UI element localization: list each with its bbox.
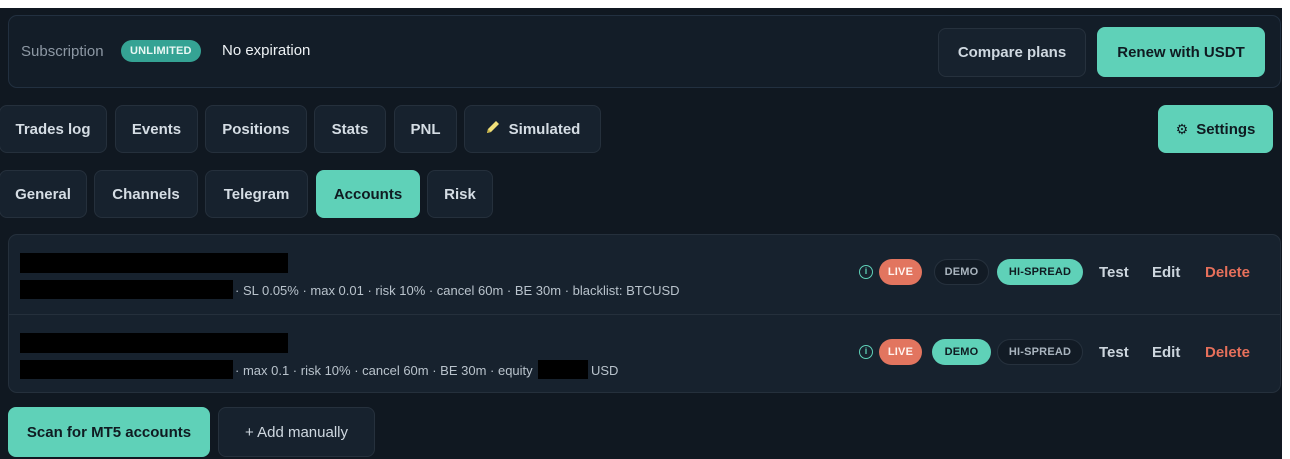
settings-button[interactable]: ⚙ Settings	[1158, 105, 1273, 153]
delete-button[interactable]: Delete	[1205, 264, 1250, 281]
redacted-account-name	[20, 253, 288, 273]
pencil-icon	[485, 119, 501, 139]
tab-label: Telegram	[223, 185, 290, 203]
tab-risk[interactable]: Risk	[427, 170, 493, 218]
tab-label: Channels	[112, 185, 180, 203]
tab-label: PNL	[410, 120, 441, 138]
tab-accounts[interactable]: Accounts	[316, 170, 420, 218]
test-button[interactable]: Test	[1099, 344, 1129, 361]
account-settings-summary: · SL 0.05% · max 0.01 · risk 10% · cance…	[235, 283, 680, 298]
redacted-account-id	[20, 280, 233, 299]
add-manually-button[interactable]: + Add manually	[218, 407, 375, 457]
redacted-account-id	[20, 360, 233, 379]
subscription-bar: Subscription UNLIMITED No expiration Com…	[8, 15, 1281, 88]
subscription-expiration: No expiration	[222, 42, 311, 59]
live-badge[interactable]: LIVE	[879, 259, 922, 285]
tab-positions[interactable]: Positions	[205, 105, 307, 153]
redacted-equity	[538, 360, 588, 379]
info-icon[interactable]: i	[859, 265, 873, 279]
tab-trades-log[interactable]: Trades log	[0, 105, 107, 153]
account-settings-summary: · max 0.1 · risk 10% · cancel 60m · BE 3…	[235, 363, 533, 378]
test-button[interactable]: Test	[1099, 264, 1129, 281]
live-badge[interactable]: LIVE	[879, 339, 922, 365]
tab-label: Stats	[331, 120, 369, 138]
tab-stats[interactable]: Stats	[314, 105, 386, 153]
accounts-list: · SL 0.05% · max 0.01 · risk 10% · cance…	[8, 234, 1281, 393]
main-tabs: Trades log Events Positions Stats PNL Si…	[0, 105, 1282, 153]
tab-label: Risk	[444, 185, 476, 203]
equity-currency: USD	[591, 363, 619, 378]
edit-button[interactable]: Edit	[1152, 264, 1180, 281]
demo-toggle[interactable]: DEMO	[934, 259, 989, 285]
app-window: Subscription UNLIMITED No expiration Com…	[0, 8, 1282, 459]
tab-label: Accounts	[333, 185, 403, 203]
demo-toggle[interactable]: DEMO	[932, 339, 991, 365]
account-row: · SL 0.05% · max 0.01 · risk 10% · cance…	[9, 235, 1280, 314]
account-row: · max 0.1 · risk 10% · cancel 60m · BE 3…	[9, 314, 1280, 393]
tab-events[interactable]: Events	[115, 105, 198, 153]
tab-simulated[interactable]: Simulated	[464, 105, 601, 153]
tab-label: Simulated	[508, 120, 581, 138]
tab-label: Events	[131, 120, 182, 138]
info-icon[interactable]: i	[859, 345, 873, 359]
delete-button[interactable]: Delete	[1205, 344, 1250, 361]
redacted-account-name	[20, 333, 288, 353]
scan-mt5-button[interactable]: Scan for MT5 accounts	[8, 407, 210, 457]
tab-label: Trades log	[15, 120, 91, 138]
hi-spread-toggle[interactable]: HI-SPREAD	[997, 339, 1083, 365]
tab-general[interactable]: General	[0, 170, 87, 218]
subscription-label: Subscription	[21, 43, 104, 60]
hi-spread-toggle[interactable]: HI-SPREAD	[997, 259, 1083, 285]
gear-icon: ⚙	[1175, 120, 1189, 137]
compare-plans-button[interactable]: Compare plans	[938, 28, 1086, 77]
settings-label: Settings	[1196, 120, 1256, 138]
settings-tabs: General Channels Telegram Accounts Risk	[0, 170, 600, 218]
tab-label: Positions	[222, 120, 290, 138]
tab-channels[interactable]: Channels	[94, 170, 198, 218]
edit-button[interactable]: Edit	[1152, 344, 1180, 361]
tab-label: General	[15, 185, 71, 203]
subscription-badge: UNLIMITED	[121, 40, 201, 62]
tab-telegram[interactable]: Telegram	[205, 170, 308, 218]
tab-pnl[interactable]: PNL	[394, 105, 457, 153]
renew-usdt-button[interactable]: Renew with USDT	[1097, 27, 1265, 77]
